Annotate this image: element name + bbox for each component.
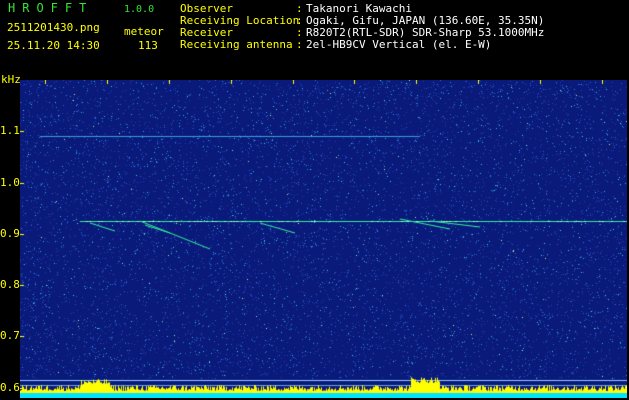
header-panel: HROFFT 1.0.0 2511201430.png meteor 25.11…	[0, 0, 629, 75]
y-tick-label: 1.1	[0, 124, 20, 138]
y-axis-unit: kHz	[1, 73, 21, 86]
y-tick-label: 0.7	[0, 329, 20, 343]
y-tick-label: 1.0	[0, 175, 20, 189]
meteor-count: 113	[138, 39, 158, 52]
y-tick-label: 0.8	[0, 278, 20, 292]
spectrogram-panel	[20, 80, 627, 398]
y-tick-label: 0.6	[0, 380, 20, 394]
spectrogram-canvas	[20, 80, 627, 398]
colon: :	[296, 38, 303, 51]
app-version: 1.0.0	[124, 4, 155, 15]
antenna-label: Receiving antenna	[180, 38, 293, 51]
observation-type: meteor	[124, 25, 164, 38]
date-time: 25.11.20 14:30	[7, 39, 100, 52]
app-title: HROFFT	[8, 1, 94, 15]
file-name: 2511201430.png	[7, 21, 100, 34]
y-tick-label: 0.9	[0, 226, 20, 240]
antenna-value: 2el-HB9CV Vertical (el. E-W)	[306, 38, 492, 51]
